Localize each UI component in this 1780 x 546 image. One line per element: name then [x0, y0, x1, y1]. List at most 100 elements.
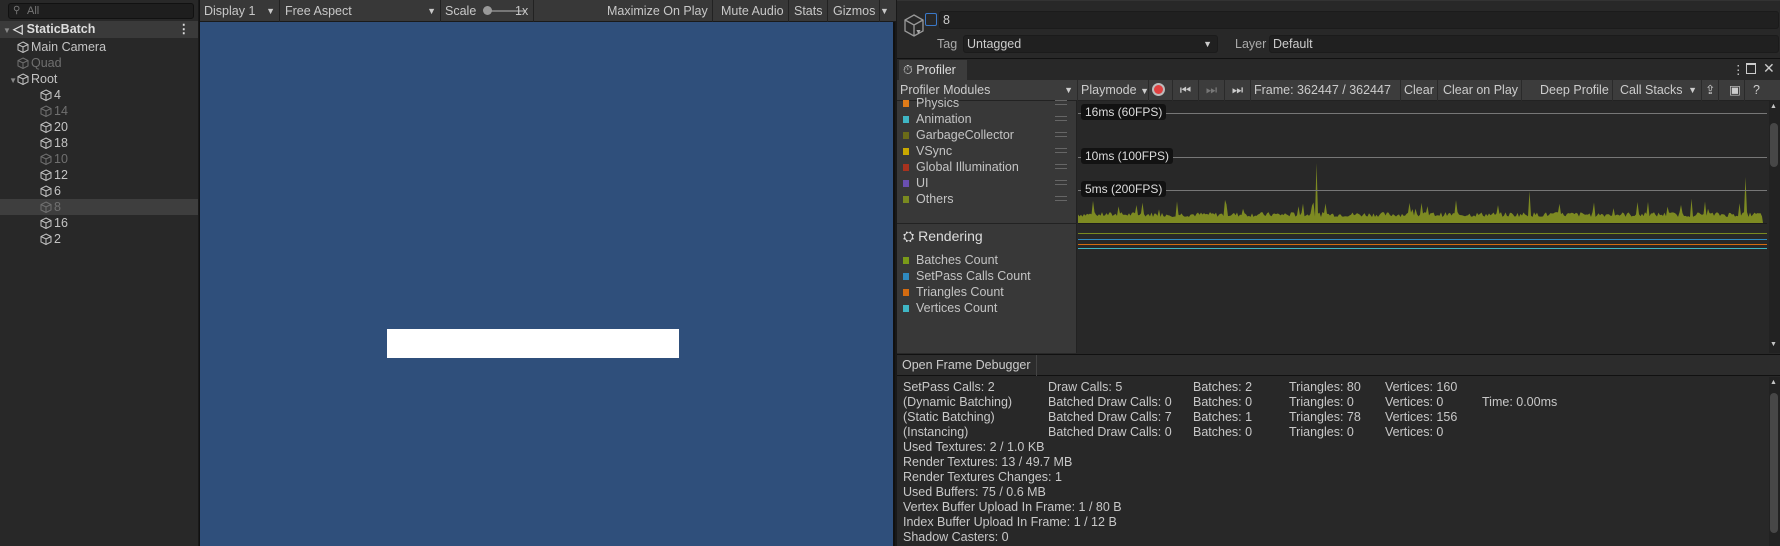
profiler-module-item[interactable]: SetPass Calls Count: [903, 268, 1073, 284]
stats-scrollbar[interactable]: ▲: [1769, 377, 1780, 546]
hierarchy-item[interactable]: 10: [0, 151, 198, 167]
stat-cell: Batches: 2: [1193, 380, 1253, 394]
profiler-module-item[interactable]: Batches Count: [903, 252, 1073, 268]
tab-profiler[interactable]: ⏱ Profiler: [899, 60, 967, 80]
cpu-usage-chart[interactable]: [1078, 101, 1767, 223]
gameobject-icon: [40, 104, 54, 118]
hierarchy-item[interactable]: 12: [0, 167, 198, 183]
close-icon[interactable]: ✕: [1763, 60, 1775, 77]
color-swatch: [903, 257, 909, 264]
hierarchy-panel: ⚲ All ▼ ◁ StaticBatch ⋮ Main Camera Quad ▼ Root…: [0, 0, 198, 546]
stat-line: Shadow Casters: 0: [903, 530, 1009, 544]
color-swatch: [903, 273, 909, 280]
hierarchy-item[interactable]: 8: [0, 199, 198, 215]
call-stacks-dropdown[interactable]: Call Stacks ▼: [1617, 80, 1702, 101]
slider-thumb: [483, 6, 492, 15]
maximize-on-play-toggle[interactable]: Maximize On Play: [603, 0, 713, 22]
others-area: [1078, 163, 1763, 223]
color-swatch: [903, 148, 909, 155]
hierarchy-item[interactable]: 2: [0, 231, 198, 247]
object-name-input[interactable]: 8: [939, 11, 1779, 29]
hierarchy-item[interactable]: 4: [0, 87, 198, 103]
rendering-chart[interactable]: [1078, 223, 1767, 353]
profiler-module-item[interactable]: Triangles Count: [903, 284, 1073, 300]
scene-row[interactable]: ▼ ◁ StaticBatch ⋮: [0, 21, 198, 38]
drag-handle-icon: [1055, 132, 1067, 137]
chevron-down-icon: ▼: [266, 6, 275, 16]
rendering-module-title[interactable]: ⛭ Rendering: [903, 228, 983, 245]
save-icon[interactable]: ▣: [1726, 80, 1745, 101]
tag-dropdown[interactable]: Untagged ▼: [963, 35, 1218, 53]
drag-handle-icon: [1055, 116, 1067, 121]
gameobject-icon: [40, 136, 54, 150]
gameobject-icon: [17, 72, 31, 86]
layer-dropdown[interactable]: Default: [1269, 35, 1779, 53]
hierarchy-item[interactable]: 16: [0, 215, 198, 231]
mute-audio-toggle[interactable]: Mute Audio: [717, 0, 789, 22]
gizmos-toggle[interactable]: Gizmos: [829, 0, 881, 22]
gizmos-dropdown-icon[interactable]: ▼: [876, 0, 893, 22]
drag-handle-icon: [1055, 196, 1067, 201]
profiler-module-item[interactable]: VSync: [903, 143, 1073, 159]
hierarchy-item[interactable]: Quad: [0, 55, 198, 71]
hierarchy-item[interactable]: 20: [0, 119, 198, 135]
clear-button[interactable]: Clear: [1401, 80, 1438, 101]
scale-slider[interactable]: Scale 1x: [441, 0, 534, 22]
triangles-line: [1078, 244, 1767, 245]
profiler-module-item[interactable]: UI: [903, 175, 1073, 191]
clear-on-play-toggle[interactable]: Clear on Play: [1440, 80, 1523, 101]
playmode-dropdown[interactable]: Playmode ▼: [1078, 80, 1149, 101]
record-button[interactable]: [1149, 80, 1173, 101]
hierarchy-item[interactable]: ▼ Root: [0, 71, 198, 87]
stats-toggle[interactable]: Stats: [790, 0, 828, 22]
profiler-module-item[interactable]: Physics: [903, 95, 1073, 111]
profiler-module-item[interactable]: Vertices Count: [903, 300, 1073, 316]
more-icon[interactable]: ⋮: [1732, 62, 1745, 77]
stat-cell: Batches: 0: [1193, 425, 1253, 439]
stat-cell: Vertices: 0: [1385, 425, 1444, 439]
load-icon[interactable]: ⇪: [1702, 80, 1720, 101]
deep-profile-toggle[interactable]: Deep Profile: [1537, 80, 1613, 101]
hierarchy-search-input[interactable]: ⚲ All: [8, 3, 194, 19]
layer-label: Layer: [1235, 37, 1267, 51]
previous-frame-button[interactable]: ⏮: [1173, 80, 1199, 101]
expand-icon[interactable]: ▼: [3, 22, 13, 39]
gameobject-icon: [40, 200, 54, 214]
stat-cell: Batched Draw Calls: 0: [1048, 395, 1172, 409]
stat-cell: (Dynamic Batching): [903, 395, 1013, 409]
open-frame-debugger-button[interactable]: Open Frame Debugger: [897, 355, 1037, 376]
profiler-module-item[interactable]: Others: [903, 191, 1073, 207]
stat-cell: Batches: 0: [1193, 395, 1253, 409]
stat-cell: Triangles: 78: [1289, 410, 1361, 424]
stat-cell: (Instancing): [903, 425, 969, 439]
hierarchy-item[interactable]: Main Camera: [0, 39, 198, 55]
profiler-chart[interactable]: 16ms (60FPS) 10ms (100FPS) 5ms (200FPS): [1078, 101, 1767, 353]
stat-cell: Triangles: 0: [1289, 425, 1354, 439]
scroll-up-icon: ▲: [1770, 103, 1777, 110]
hierarchy-item[interactable]: 18: [0, 135, 198, 151]
next-frame-button[interactable]: ⏭: [1199, 80, 1225, 101]
profiler-module-item[interactable]: Animation: [903, 111, 1073, 127]
chart-scrollbar[interactable]: ▲ ▼: [1769, 101, 1780, 353]
chevron-down-icon[interactable]: ▼: [915, 29, 922, 36]
help-icon[interactable]: ?: [1750, 80, 1763, 101]
active-checkbox[interactable]: [925, 13, 937, 26]
tab-profiler-label: Profiler: [916, 63, 956, 77]
stat-cell: Time: 0.00ms: [1482, 395, 1558, 409]
profiler-module-item[interactable]: GarbageCollector: [903, 127, 1073, 143]
profiler-module-item[interactable]: Global Illumination: [903, 159, 1073, 175]
maximize-icon[interactable]: [1746, 63, 1756, 74]
setpass-line: [1078, 239, 1767, 240]
game-view[interactable]: Display 1 ▼ Free Aspect ▼ Scale 1x Maximize…: [199, 0, 896, 546]
more-icon[interactable]: ⋮: [178, 21, 191, 38]
chart-line-label: 10ms (100FPS): [1081, 148, 1174, 164]
rendering-stats: SetPass Calls: 2 Draw Calls: 5 Batches: 2 T…: [897, 377, 1767, 546]
stopwatch-icon: ⏱: [903, 63, 913, 77]
aspect-dropdown[interactable]: Free Aspect ▼: [281, 0, 441, 22]
hierarchy-item[interactable]: 6: [0, 183, 198, 199]
scroll-up-icon: ▲: [1770, 379, 1777, 386]
color-swatch: [903, 100, 909, 107]
current-frame-button[interactable]: ⏭: [1225, 80, 1251, 101]
hierarchy-item[interactable]: 14: [0, 103, 198, 119]
display-dropdown[interactable]: Display 1 ▼: [200, 0, 280, 22]
